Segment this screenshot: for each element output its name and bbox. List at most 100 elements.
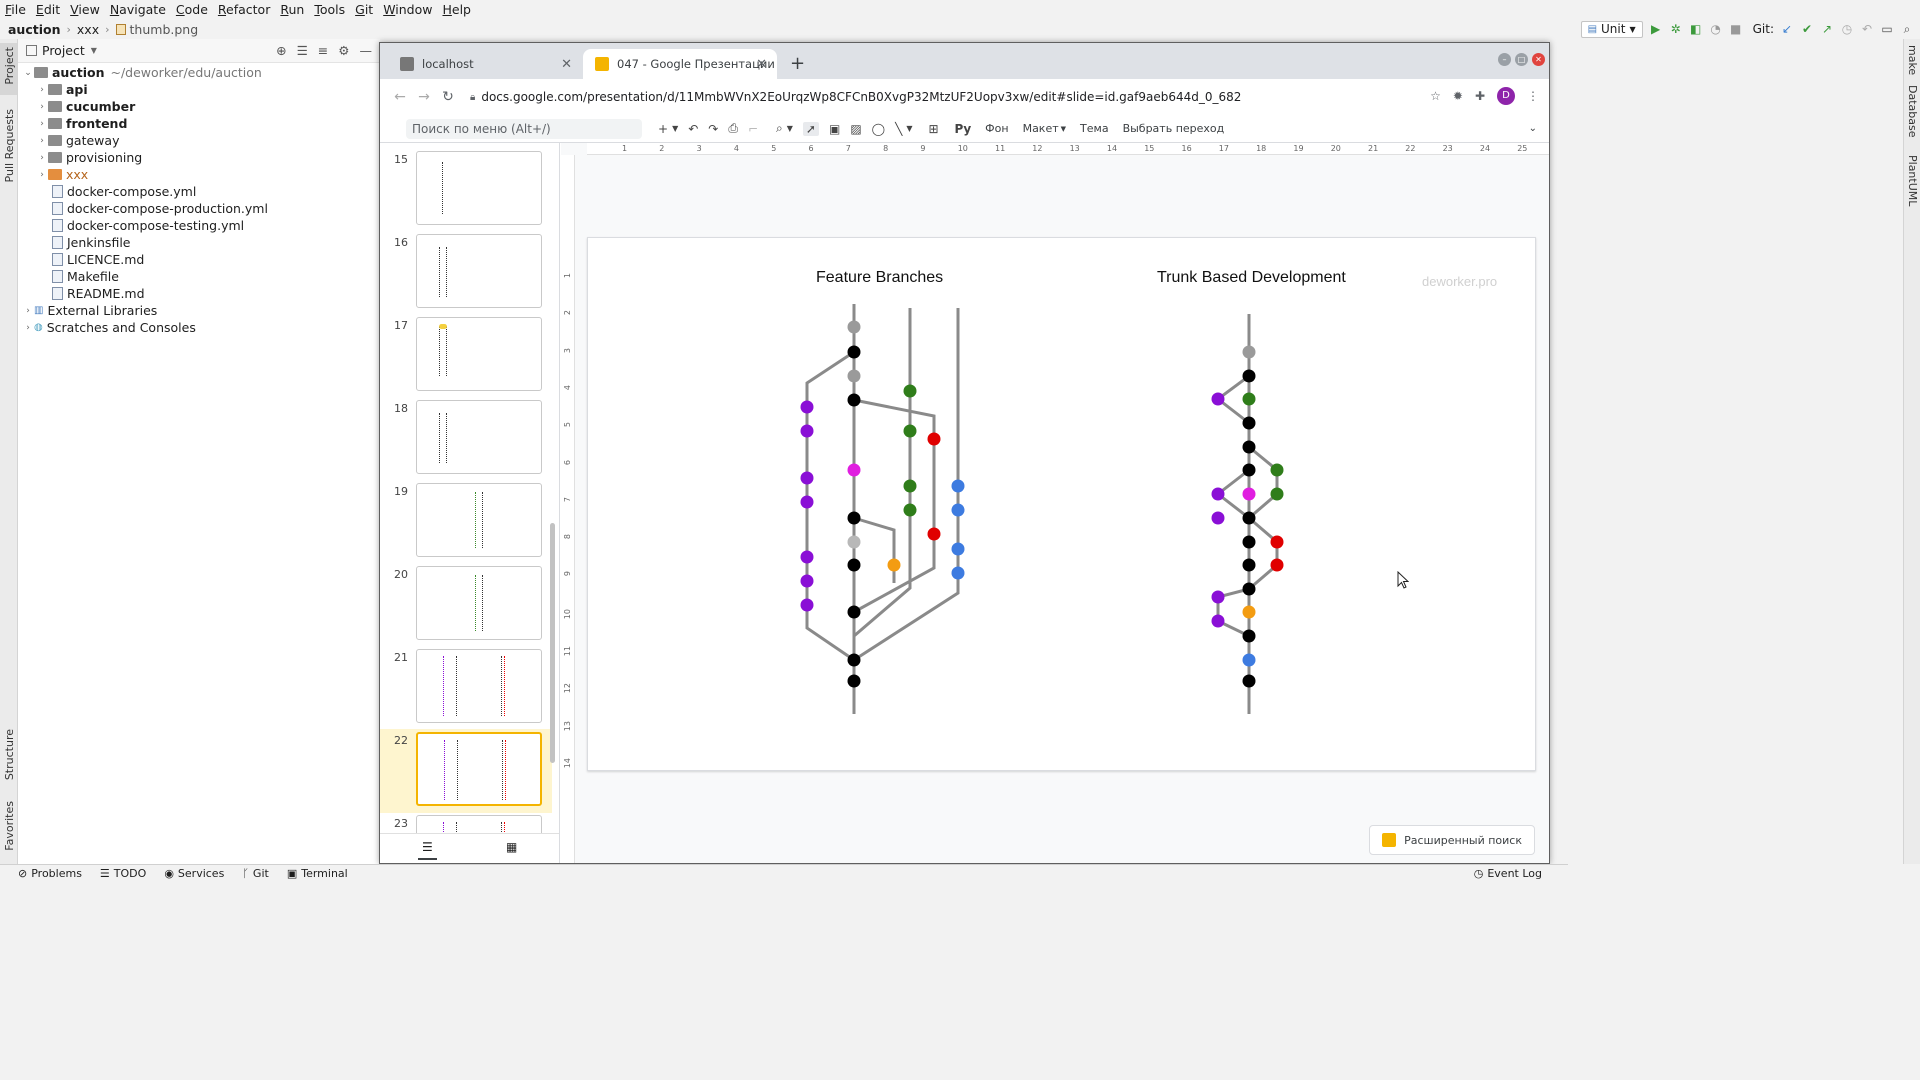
slide-thumbnail-15[interactable]	[416, 151, 542, 225]
list-view-icon[interactable]: ☰	[418, 840, 437, 860]
run-configuration-select[interactable]: ▤ Unit ▼	[1580, 20, 1643, 38]
tool-tab-favorites[interactable]: Favorites	[3, 801, 16, 851]
layout-icon[interactable]: ▭	[1880, 22, 1894, 36]
paint-format-icon[interactable]: ⌐	[748, 122, 758, 136]
close-icon[interactable]: ✕	[756, 57, 767, 72]
chevron-right-icon[interactable]: ›	[36, 136, 48, 146]
tree-item-provisioning[interactable]: › provisioning	[36, 149, 142, 166]
menu-window[interactable]: Window	[378, 2, 437, 17]
menu-view[interactable]: View	[65, 2, 105, 17]
slide-thumbnail-20[interactable]	[416, 566, 542, 640]
puzzle-icon[interactable]: ✚	[1475, 89, 1485, 103]
slide-thumbnail-17[interactable]	[416, 317, 542, 391]
tree-item-api[interactable]: › api	[36, 81, 87, 98]
status-problems[interactable]: ⊘ Problems	[18, 867, 82, 880]
chevron-right-icon[interactable]: ›	[36, 85, 48, 95]
back-arrow-icon[interactable]: ←	[388, 89, 412, 105]
run-icon[interactable]: ▶	[1649, 22, 1663, 36]
git-history-icon[interactable]: ◷	[1840, 22, 1854, 36]
chevron-right-icon[interactable]: ›	[22, 323, 34, 333]
tree-item-xxx[interactable]: › xxx	[36, 166, 88, 183]
collapse-all-icon[interactable]: ≡	[318, 43, 328, 58]
breadcrumb-file[interactable]: thumb.png	[130, 22, 199, 37]
select-tool-icon[interactable]: ➚	[802, 121, 819, 136]
menu-run[interactable]: Run	[275, 2, 309, 17]
reload-icon[interactable]: ↻	[436, 89, 460, 105]
chevron-down-icon[interactable]: ⌄	[22, 68, 34, 78]
kebab-menu-icon[interactable]: ⋮	[1527, 89, 1539, 103]
shape-icon[interactable]: ◯	[872, 122, 885, 136]
chevron-right-icon[interactable]: ›	[36, 153, 48, 163]
stop-icon[interactable]: ■	[1729, 22, 1743, 36]
star-icon[interactable]: ☆	[1430, 89, 1441, 103]
menu-refactor[interactable]: Refactor	[213, 2, 275, 17]
tree-scratches-consoles[interactable]: › ◍ Scratches and Consoles	[22, 319, 196, 336]
filmstrip-scrollbar[interactable]	[550, 523, 555, 763]
chevron-down-icon[interactable]: ▼	[672, 124, 678, 133]
close-icon[interactable]: ✕	[561, 57, 572, 72]
git-commit-icon[interactable]: ✔	[1800, 22, 1814, 36]
new-slide-icon[interactable]: +	[658, 122, 668, 136]
tree-item-readme-md[interactable]: README.md	[52, 285, 145, 302]
tree-item-jenkinsfile[interactable]: Jenkinsfile	[52, 234, 130, 251]
tool-tab-structure[interactable]: Structure	[3, 729, 16, 780]
gear-icon[interactable]: ⚙	[338, 43, 349, 58]
tree-item-cucumber[interactable]: › cucumber	[36, 98, 135, 115]
undo-icon[interactable]: ↶	[688, 122, 698, 136]
url-field[interactable]: docs.google.com/presentation/d/11MmbWVnX…	[481, 90, 1241, 104]
chevron-right-icon[interactable]: ›	[36, 170, 48, 180]
coverage-icon[interactable]: ◧	[1689, 22, 1703, 36]
status-services[interactable]: ◉ Services	[164, 867, 224, 880]
browser-tab-localhost[interactable]: localhost ✕	[388, 49, 582, 79]
tree-item-docker-compose-testing-yml[interactable]: docker-compose-testing.yml	[52, 217, 244, 234]
tree-item-licence-md[interactable]: LICENCE.md	[52, 251, 144, 268]
chevron-right-icon[interactable]: ›	[36, 119, 48, 129]
menu-edit[interactable]: Edit	[31, 2, 65, 17]
profile-icon[interactable]: ◔	[1709, 22, 1723, 36]
tool-tab-project[interactable]: Project	[3, 47, 16, 85]
input-tools-icon[interactable]: Рy	[955, 122, 972, 136]
zoom-icon[interactable]: ⌕	[776, 121, 783, 136]
locate-icon[interactable]: ⊕	[276, 43, 286, 58]
chevron-right-icon[interactable]: ›	[22, 306, 34, 316]
status-git[interactable]: ᚴ Git	[242, 867, 269, 880]
maximize-window-icon[interactable]: □	[1515, 53, 1528, 66]
git-push-icon[interactable]: ↗	[1820, 22, 1834, 36]
textbox-icon[interactable]: ▣	[829, 122, 840, 136]
redo-icon[interactable]: ↷	[708, 122, 718, 136]
chevron-right-icon[interactable]: ›	[36, 102, 48, 112]
lock-icon[interactable]: 🔒︎	[470, 92, 475, 103]
search-everywhere-icon[interactable]: ⌕	[1900, 22, 1914, 36]
close-window-icon[interactable]: ✕	[1532, 53, 1545, 66]
new-tab-button[interactable]: +	[790, 53, 805, 74]
tree-root-auction[interactable]: ⌄ auction ~/deworker/edu/auction	[22, 64, 262, 81]
forward-arrow-icon[interactable]: →	[412, 89, 436, 105]
chevron-down-icon[interactable]: ▼	[91, 46, 97, 55]
layout-button[interactable]: Макет	[1023, 122, 1059, 135]
tree-item-frontend[interactable]: › frontend	[36, 115, 127, 132]
extension-icon[interactable]: ✹	[1453, 89, 1463, 103]
debug-icon[interactable]: ✲	[1669, 22, 1683, 36]
avatar[interactable]: D	[1497, 87, 1515, 105]
breadcrumb-folder[interactable]: xxx	[77, 22, 99, 37]
grid-view-icon[interactable]: ▦	[506, 840, 517, 854]
tool-tab-database[interactable]: Database	[1906, 85, 1919, 138]
tool-tab-plantuml[interactable]: PlantUML	[1906, 155, 1919, 206]
slide-thumbnail-18[interactable]	[416, 400, 542, 474]
slide-thumbnail-19[interactable]	[416, 483, 542, 557]
minimize-icon[interactable]: —	[360, 43, 373, 58]
slide-thumbnail-21[interactable]	[416, 649, 542, 723]
browser-tab-slides[interactable]: 047 - Google Презентации ✕	[583, 49, 777, 79]
transition-button[interactable]: Выбрать переход	[1123, 122, 1225, 135]
print-icon[interactable]: ⎙	[728, 121, 738, 136]
slide-canvas[interactable]: Feature Branches Trunk Based Development…	[587, 237, 1536, 771]
chevron-down-icon[interactable]: ▼	[906, 124, 912, 133]
tree-item-docker-compose-production-yml[interactable]: docker-compose-production.yml	[52, 200, 268, 217]
explore-button[interactable]: Расширенный поиск	[1369, 825, 1535, 855]
menu-search-input[interactable]: Поиск по меню (Alt+/)	[406, 118, 642, 139]
menu-git[interactable]: Git	[350, 2, 378, 17]
project-panel-title[interactable]: Project	[42, 43, 85, 58]
tree-item-makefile[interactable]: Makefile	[52, 268, 119, 285]
minimize-window-icon[interactable]: –	[1498, 53, 1511, 66]
comment-icon[interactable]: ⊞	[928, 122, 938, 136]
